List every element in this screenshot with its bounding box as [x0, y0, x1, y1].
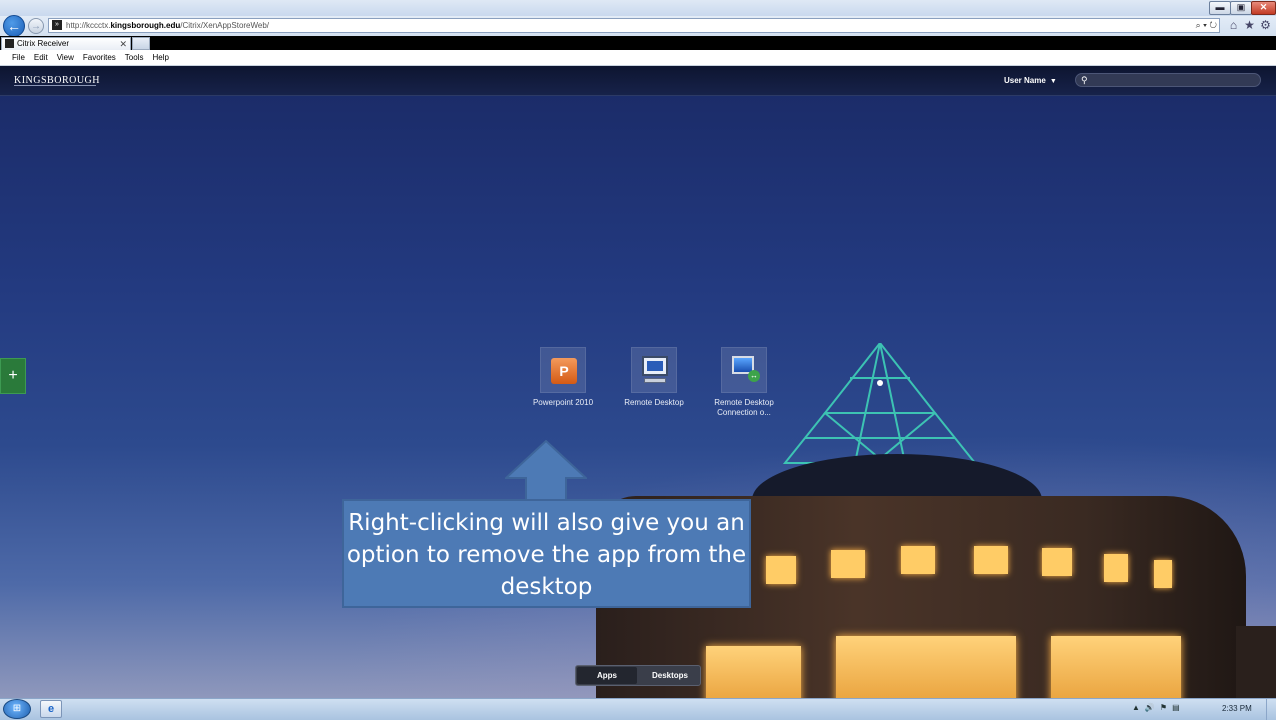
building-window: [766, 556, 796, 584]
home-icon[interactable]: ⌂: [1227, 19, 1240, 32]
citrix-header: KINGSBOROUGH User Name ▼ ⚲: [0, 66, 1276, 96]
url-domain: kingsborough.edu: [110, 21, 181, 30]
app-powerpoint-2010[interactable]: P Powerpoint 2010: [523, 347, 603, 408]
favorites-star-icon[interactable]: ★: [1243, 19, 1256, 32]
building-window: [831, 550, 865, 578]
building-window: [901, 546, 935, 574]
building-window: [706, 646, 801, 698]
taskbar: ⊞ e ▲ 🔊 ⚑ ▤ 2:33 PM: [0, 698, 1276, 720]
tab-citrix-receiver[interactable]: Citrix Receiver ✕: [1, 37, 131, 50]
connection-arrow-icon: ↔: [748, 370, 760, 382]
building-window: [974, 546, 1008, 574]
citrix-favicon-icon: »: [52, 20, 62, 30]
menu-tools[interactable]: Tools: [125, 50, 144, 65]
start-button[interactable]: ⊞: [3, 699, 31, 719]
up-arrow-icon: [505, 440, 587, 500]
menu-edit[interactable]: Edit: [34, 50, 48, 65]
clock[interactable]: 2:33 PM: [1222, 704, 1252, 713]
building-window: [1154, 560, 1172, 588]
logo-underline: [14, 85, 96, 86]
citrix-receiver-page: KINGSBOROUGH User Name ▼ ⚲ + P Powerpoint…: [0, 66, 1276, 698]
building-window: [1104, 554, 1128, 582]
apps-view-button[interactable]: Apps: [577, 667, 637, 684]
app-tile[interactable]: [631, 347, 677, 393]
user-menu[interactable]: User Name ▼: [1004, 76, 1057, 85]
address-bar[interactable]: » http://kccctx.kingsborough.edu/Citrix/X…: [48, 18, 1220, 33]
show-desktop-button[interactable]: [1266, 699, 1276, 720]
maximize-button[interactable]: ▣: [1230, 1, 1252, 15]
new-tab-button[interactable]: [132, 37, 150, 50]
search-input[interactable]: ⚲: [1075, 73, 1261, 87]
desktops-view-button[interactable]: Desktops: [640, 667, 700, 684]
taskbar-internet-explorer[interactable]: e: [40, 700, 62, 718]
citrix-tab-icon: [5, 39, 14, 48]
plus-icon: +: [8, 367, 18, 384]
app-label: Remote Desktop Connection o...: [714, 398, 774, 417]
app-tile[interactable]: P: [540, 347, 586, 393]
menu-favorites[interactable]: Favorites: [83, 50, 116, 65]
menu-file[interactable]: File: [12, 50, 25, 65]
network-icon[interactable]: ▤: [1172, 703, 1180, 712]
windows-logo-icon: ⊞: [12, 703, 22, 714]
volume-icon[interactable]: 🔊: [1145, 703, 1155, 712]
tab-title: Citrix Receiver: [17, 39, 70, 48]
internet-explorer-icon: e: [47, 703, 55, 715]
tab-strip: Citrix Receiver ✕: [0, 36, 1276, 50]
forward-arrow-icon: →: [31, 21, 41, 32]
app-label: Remote Desktop: [624, 398, 684, 407]
callout-text: Right-clicking will also give you an opt…: [346, 510, 747, 600]
app-label: Powerpoint 2010: [532, 398, 594, 407]
caret-down-icon: ▼: [1049, 78, 1057, 85]
close-window-button[interactable]: ✕: [1251, 1, 1276, 15]
system-tray: ▲ 🔊 ⚑ ▤: [1132, 703, 1185, 712]
app-tile[interactable]: ↔: [721, 347, 767, 393]
minimize-button[interactable]: ▬: [1209, 1, 1231, 15]
window-titlebar: ▬ ▣ ✕: [0, 0, 1276, 16]
url-path: /Citrix/XenAppStoreWeb/: [180, 21, 270, 30]
menu-view[interactable]: View: [57, 50, 74, 65]
menu-bar: File Edit View Favorites Tools Help: [0, 50, 1276, 66]
user-name: User Name: [1004, 76, 1046, 85]
computer-base-icon: [644, 378, 666, 383]
menu-help[interactable]: Help: [152, 50, 168, 65]
building-window: [1051, 636, 1181, 698]
tab-close-icon[interactable]: ✕: [119, 38, 127, 50]
gear-icon[interactable]: ⚙: [1259, 19, 1272, 32]
add-apps-button[interactable]: +: [0, 358, 26, 394]
action-center-flag-icon[interactable]: ⚑: [1160, 703, 1167, 712]
url-prefix: http://kccctx.: [66, 21, 111, 30]
side-building-graphic: [1236, 626, 1276, 698]
app-remote-desktop[interactable]: Remote Desktop: [614, 347, 694, 408]
app-remote-desktop-connection[interactable]: ↔ Remote Desktop Connection o...: [704, 347, 784, 418]
back-arrow-icon: ←: [7, 18, 21, 34]
powerpoint-icon: P: [551, 358, 577, 384]
building-window: [1042, 548, 1072, 576]
forward-button[interactable]: →: [28, 18, 44, 34]
view-switcher: Apps Desktops: [575, 665, 701, 686]
instruction-callout: Right-clicking will also give you an opt…: [342, 499, 751, 608]
tray-expand-icon[interactable]: ▲: [1132, 703, 1140, 712]
back-button[interactable]: ←: [3, 15, 25, 37]
search-icon: ⚲: [1081, 75, 1088, 85]
remote-desktop-icon: [642, 356, 668, 376]
building-window: [836, 636, 1016, 698]
monitor-screen: [647, 361, 663, 371]
search-refresh-controls[interactable]: ⌕ ▾ ↻: [1196, 19, 1217, 32]
